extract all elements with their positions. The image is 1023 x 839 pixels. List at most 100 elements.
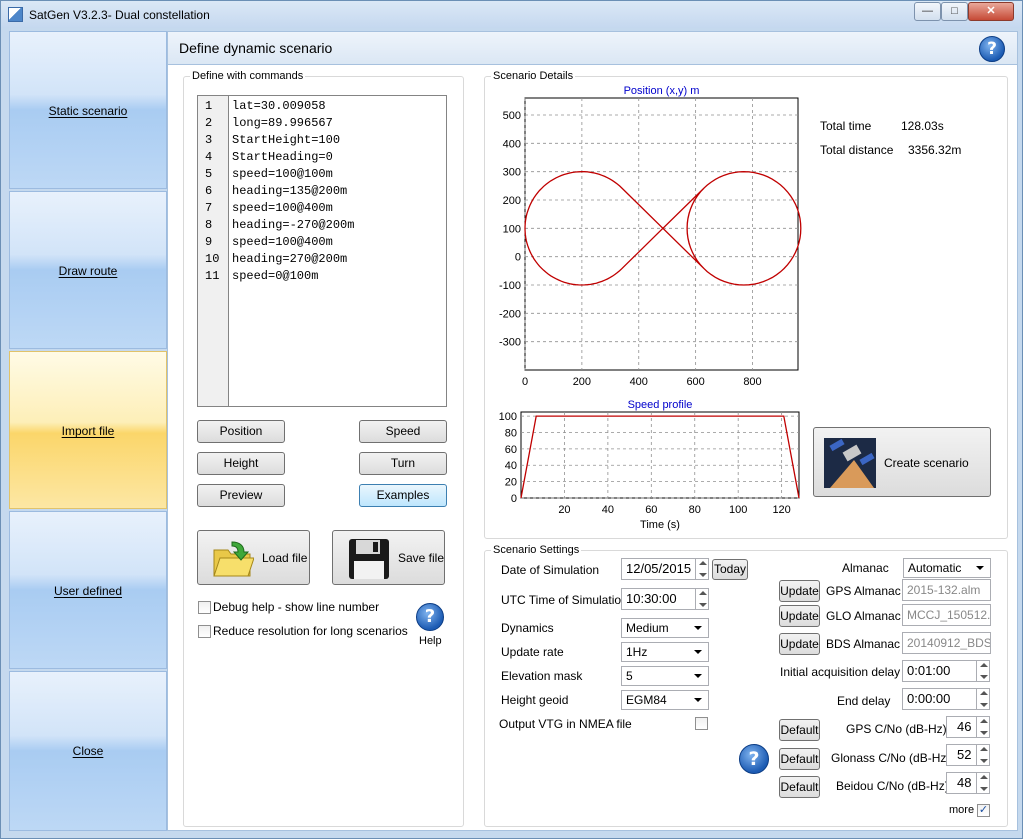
- update-rate-select[interactable]: 1Hz: [621, 642, 709, 662]
- reduce-resolution-label: Reduce resolution for long scenarios: [213, 624, 408, 638]
- y-tick-label: 100: [499, 411, 517, 423]
- code-line: StartHeight=100: [232, 133, 341, 147]
- line-number: 3: [205, 133, 213, 147]
- y-tick-label: 400: [503, 138, 521, 150]
- sidebar-item-static-scenario[interactable]: Static scenario: [9, 31, 167, 189]
- line-number-gutter: 1 2 3 4 5 6 7 8 9 10 11: [198, 96, 229, 406]
- sidebar-item-import-file[interactable]: Import file: [9, 351, 167, 509]
- update-gps-almanac-button[interactable]: Update: [779, 580, 820, 602]
- code-line: long=89.996567: [232, 116, 333, 130]
- end-delay-label: End delay: [837, 694, 891, 708]
- update-bds-almanac-button[interactable]: Update: [779, 633, 820, 655]
- line-number: 1: [205, 99, 213, 113]
- sidebar-item-draw-route[interactable]: Draw route: [9, 191, 167, 349]
- minimize-button[interactable]: —: [914, 2, 941, 21]
- x-tick-label: 40: [602, 504, 614, 516]
- y-tick-label: 200: [503, 195, 521, 207]
- initial-delay-spinner[interactable]: [976, 660, 990, 682]
- beidou-cno-spinner[interactable]: [976, 772, 990, 794]
- elevation-mask-select[interactable]: 5: [621, 666, 709, 686]
- utc-spinner[interactable]: [695, 588, 709, 610]
- preview-button[interactable]: Preview: [197, 484, 285, 507]
- sidebar-item-user-defined[interactable]: User defined: [9, 511, 167, 669]
- reduce-resolution-checkbox[interactable]: [198, 625, 211, 638]
- help-icon[interactable]: ?: [416, 603, 444, 631]
- gps-almanac-label: GPS Almanac: [826, 584, 901, 598]
- close-window-button[interactable]: ✕: [968, 2, 1014, 21]
- code-line: speed=100@400m: [232, 201, 333, 215]
- sidebar-item-close[interactable]: Close: [9, 671, 167, 831]
- turn-button[interactable]: Turn: [359, 452, 447, 475]
- line-number: 4: [205, 150, 213, 164]
- line-number: 6: [205, 184, 213, 198]
- help-icon[interactable]: ?: [979, 36, 1005, 62]
- bds-almanac-label: BDS Almanac: [826, 637, 901, 651]
- help-icon[interactable]: ?: [739, 744, 769, 774]
- title-bar: SatGen V3.2.3- Dual constellation — □ ✕: [1, 1, 1022, 28]
- gps-almanac-field[interactable]: 2015-132.alm: [902, 579, 991, 601]
- code-line: speed=100@400m: [232, 235, 333, 249]
- maximize-button[interactable]: □: [941, 2, 968, 21]
- line-number: 8: [205, 218, 213, 232]
- debug-help-checkbox[interactable]: [198, 601, 211, 614]
- default-glonass-cno-button[interactable]: Default: [779, 748, 820, 770]
- y-tick-label: -100: [499, 280, 521, 292]
- bds-almanac-field[interactable]: 20140912_BDS.a: [902, 632, 991, 654]
- height-geoid-select[interactable]: EGM84: [621, 690, 709, 710]
- more-checkbox[interactable]: ✓: [977, 804, 990, 817]
- speed-chart: 20 40 60 80 100 120 0 20 40 60 80 100 Speed profile T…: [499, 399, 800, 531]
- total-time-label: Total time: [820, 119, 872, 133]
- dynamics-select[interactable]: Medium: [621, 618, 709, 638]
- x-tick-label: 120: [772, 504, 790, 516]
- line-number: 5: [205, 167, 213, 181]
- command-editor[interactable]: 1 2 3 4 5 6 7 8 9 10 11 lat=30.009058 long=89.99656…: [197, 95, 447, 407]
- dynamics-label: Dynamics: [501, 621, 554, 635]
- glonass-cno-spinner[interactable]: [976, 744, 990, 766]
- y-tick-label: -300: [499, 337, 521, 349]
- elevation-mask-label: Elevation mask: [501, 669, 583, 683]
- x-tick-label: 200: [573, 376, 591, 388]
- plot-area: [520, 411, 800, 499]
- y-tick-label: 40: [505, 460, 517, 472]
- y-tick-label: 0: [511, 493, 517, 505]
- save-file-label: Save file: [398, 551, 445, 565]
- x-tick-label: 100: [729, 504, 747, 516]
- settings-group-label: Scenario Settings: [491, 544, 582, 556]
- gps-cno-spinner[interactable]: [976, 716, 990, 738]
- total-distance-value: 3356.32m: [908, 143, 962, 157]
- line-number: 10: [205, 252, 220, 266]
- date-spinner[interactable]: [695, 558, 709, 580]
- sidebar: Static scenario Draw route Import file U…: [9, 31, 167, 831]
- save-file-button[interactable]: Save file: [332, 530, 445, 585]
- utc-label: UTC Time of Simulation: [501, 593, 628, 607]
- end-delay-spinner[interactable]: [976, 688, 990, 710]
- app-window: SatGen V3.2.3- Dual constellation — □ ✕ …: [0, 0, 1023, 839]
- floppy-disk-icon: [349, 539, 389, 579]
- today-button[interactable]: Today: [712, 559, 748, 580]
- update-glo-almanac-button[interactable]: Update: [779, 605, 820, 627]
- create-scenario-button[interactable]: Create scenario: [813, 427, 991, 497]
- x-tick-label: 0: [522, 376, 528, 388]
- create-scenario-label: Create scenario: [884, 456, 969, 470]
- height-button[interactable]: Height: [197, 452, 285, 475]
- vtg-label: Output VTG in NMEA file: [499, 717, 632, 731]
- y-tick-label: 500: [503, 110, 521, 122]
- position-chart: 0 200 400 600 800 -300 -200 -100 0 100 200 300 400 50…: [499, 85, 802, 388]
- default-beidou-cno-button[interactable]: Default: [779, 776, 820, 798]
- glo-almanac-field[interactable]: MCCJ_150512.ag: [902, 604, 991, 626]
- almanac-select[interactable]: Automatic: [903, 558, 991, 578]
- sidebar-item-label: User defined: [53, 584, 123, 598]
- line-number: 7: [205, 201, 213, 215]
- vtg-checkbox[interactable]: [695, 717, 708, 730]
- default-gps-cno-button[interactable]: Default: [779, 719, 820, 741]
- load-file-button[interactable]: Load file: [197, 530, 310, 585]
- x-tick-label: 80: [689, 504, 701, 516]
- speed-button[interactable]: Speed: [359, 420, 447, 443]
- code-line: StartHeading=0: [232, 150, 333, 164]
- position-button[interactable]: Position: [197, 420, 285, 443]
- y-tick-label: 0: [515, 252, 521, 264]
- page-header: Define dynamic scenario ?: [168, 32, 1017, 65]
- examples-button[interactable]: Examples: [359, 484, 447, 507]
- code-line: heading=135@200m: [232, 184, 348, 198]
- line-number: 2: [205, 116, 213, 130]
